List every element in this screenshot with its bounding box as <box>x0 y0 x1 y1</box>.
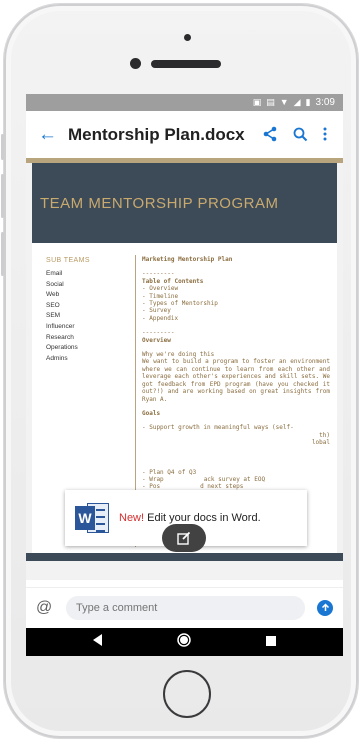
toc-item: - Appendix <box>142 314 179 322</box>
system-nav-bar <box>26 628 343 656</box>
promo-message: Edit your docs in Word. <box>144 512 261 524</box>
search-icon[interactable] <box>285 126 315 144</box>
banner-title: TEAM MENTORSHIP PROGRAM <box>40 194 279 212</box>
overview-heading: Overview <box>142 336 171 344</box>
send-arrow-icon[interactable] <box>317 599 333 616</box>
arrow-left-icon[interactable]: ← <box>38 124 64 146</box>
document-banner: TEAM MENTORSHIP PROGRAM <box>32 163 337 243</box>
goal-fragment: th) <box>319 431 330 439</box>
power-button <box>1 232 4 276</box>
wifi-icon: ▼ <box>279 97 289 107</box>
list-item: SEM <box>46 312 61 320</box>
goal-item: - Plan Q4 of Q3 <box>142 468 197 476</box>
list-item: Email <box>46 270 63 277</box>
battery-icon: ▮ <box>305 97 311 107</box>
goal-item: - Wrap ack survey at EOQ <box>142 475 266 483</box>
document-title: Mentorship Plan.docx <box>68 124 245 144</box>
share-icon[interactable] <box>255 126 285 144</box>
app-bar: ← Mentorship Plan.docx <box>26 111 343 158</box>
toc-heading: Table of Contents <box>142 277 204 285</box>
signal-icon: ◢ <box>293 97 301 107</box>
status-bar: ▣ ▤ ▼ ◢ ▮ 3:09 <box>26 94 343 111</box>
volume-up-button <box>1 134 4 160</box>
list-item: Research <box>46 333 74 341</box>
device-screen: ▣ ▤ ▼ ◢ ▮ 3:09 ← Mentorship Plan.docx TE… <box>26 94 343 656</box>
edit-icon[interactable] <box>162 524 206 552</box>
goal-fragment: lobal <box>311 439 330 447</box>
why-paragraph: We want to build a program to foster an … <box>142 358 330 403</box>
plan-title: Marketing Mentorship Plan <box>142 256 233 263</box>
list-item: SEO <box>46 301 60 309</box>
camera-icon <box>184 34 191 41</box>
toc-item: - Survey <box>142 307 171 315</box>
briefcase-icon: ▣ <box>252 97 262 107</box>
earpiece-speaker <box>151 60 221 68</box>
toc-item: - Types of Mentorship <box>142 300 218 308</box>
goal-item: - Support growth in meaningful ways (sel… <box>142 424 294 432</box>
document-body: Marketing Mentorship Plan --------- Tabl… <box>142 256 330 491</box>
list-item: Operations <box>46 344 78 352</box>
toc-item: - Overview <box>142 285 179 293</box>
front-camera-icon <box>130 58 141 69</box>
sub-teams-list: SUB TEAMS Email Social Web SEO SEM Influ… <box>46 257 126 364</box>
vibrate-icon: ▤ <box>266 97 275 107</box>
list-item: Influencer <box>46 322 75 330</box>
page-footer-band <box>26 553 343 561</box>
at-sign-icon[interactable]: @ <box>36 599 58 617</box>
comment-input[interactable] <box>66 595 305 620</box>
list-item: Web <box>46 291 60 299</box>
nav-home-icon[interactable] <box>177 632 192 652</box>
word-app-icon: W <box>75 503 109 533</box>
volume-down-button <box>1 174 4 218</box>
list-item: Social <box>46 280 64 288</box>
rule: --------- <box>142 270 175 278</box>
more-vert-icon[interactable] <box>315 126 335 144</box>
rule: --------- <box>142 329 175 337</box>
promo-text: New! Edit your docs in Word. <box>119 512 261 524</box>
status-time: 3:09 <box>315 97 335 108</box>
toc-item: - Timeline <box>142 292 179 300</box>
goals-heading: Goals <box>142 409 161 417</box>
sub-teams-heading: SUB TEAMS <box>46 257 90 264</box>
list-item: Admins <box>46 354 68 362</box>
why-heading: Why we're doing this <box>142 351 215 359</box>
nav-recents-icon[interactable] <box>265 633 276 651</box>
comment-bar: @ <box>26 587 343 627</box>
hardware-home-button[interactable] <box>163 670 211 718</box>
new-label: New! <box>119 512 145 524</box>
nav-back-icon[interactable] <box>93 633 103 651</box>
